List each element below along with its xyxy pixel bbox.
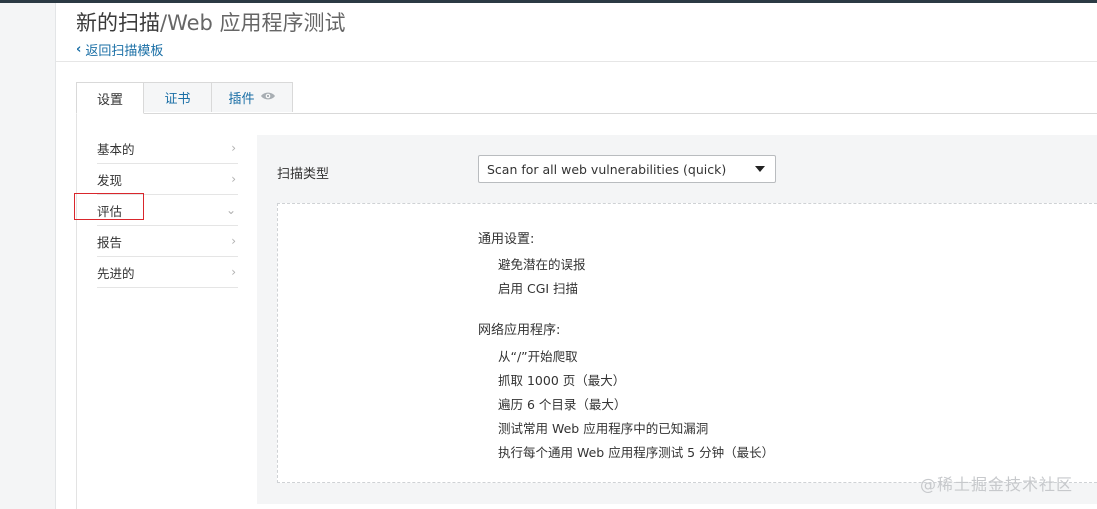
caret-down-icon bbox=[755, 166, 765, 172]
content-border bbox=[76, 113, 77, 509]
chevron-right-icon: › bbox=[231, 234, 236, 248]
page-header: 新的扫描/Web 应用程序测试 ‹ 返回扫描模板 bbox=[76, 8, 346, 59]
web-app-title: 网络应用程序: bbox=[478, 323, 561, 338]
scan-type-label: 扫描类型 bbox=[277, 167, 330, 182]
tab-divider bbox=[76, 113, 1097, 114]
tab-settings[interactable]: 设置 bbox=[76, 82, 144, 114]
sidebar-item-label: 报告 bbox=[97, 234, 123, 250]
tab-bar: 设置 证书 插件 bbox=[76, 82, 293, 114]
left-navigation-strip bbox=[0, 3, 56, 509]
sidebar-item-discovery[interactable]: 发现 › bbox=[97, 164, 238, 195]
chevron-right-icon: › bbox=[231, 265, 236, 279]
chevron-left-icon: ‹ bbox=[76, 42, 82, 57]
chevron-right-icon: › bbox=[231, 141, 236, 155]
tab-credentials-label: 证书 bbox=[164, 92, 191, 107]
list-item: 测试常用 Web 应用程序中的已知漏洞 bbox=[498, 421, 709, 436]
sidebar-item-report[interactable]: 报告 › bbox=[97, 226, 238, 257]
settings-panel: 扫描类型 Scan for all web vulnerabilities (q… bbox=[257, 135, 1097, 504]
chevron-down-icon: ⌄ bbox=[225, 203, 236, 217]
list-item: 避免潜在的误报 bbox=[498, 257, 586, 272]
list-item: 从“/”开始爬取 bbox=[498, 349, 578, 364]
watermark: @稀土掘金技术社区 bbox=[920, 475, 1074, 494]
list-item: 启用 CGI 扫描 bbox=[498, 281, 579, 296]
tab-settings-label: 设置 bbox=[96, 92, 123, 108]
scan-type-value: Scan for all web vulnerabilities (quick) bbox=[487, 161, 727, 177]
page-title-main: 新的扫描 bbox=[76, 11, 160, 35]
sidebar-item-label: 发现 bbox=[97, 172, 123, 188]
tab-plugins[interactable]: 插件 bbox=[211, 82, 293, 112]
scan-type-select[interactable]: Scan for all web vulnerabilities (quick) bbox=[478, 155, 776, 183]
sidebar-item-label: 基本的 bbox=[97, 141, 135, 157]
eye-icon bbox=[260, 90, 276, 105]
top-bar bbox=[0, 0, 1097, 3]
sidebar-item-basic[interactable]: 基本的 › bbox=[97, 133, 238, 164]
sidebar-item-advanced[interactable]: 先进的 › bbox=[97, 257, 238, 288]
page-title: 新的扫描/Web 应用程序测试 bbox=[76, 8, 346, 38]
general-settings-title: 通用设置: bbox=[478, 232, 535, 247]
list-item: 遍历 6 个目录（最大） bbox=[498, 397, 627, 412]
scan-summary-box: 通用设置: 避免潜在的误报 启用 CGI 扫描 网络应用程序: 从“/”开始爬取… bbox=[277, 203, 1097, 483]
tab-credentials[interactable]: 证书 bbox=[143, 82, 212, 112]
back-to-templates-link[interactable]: ‹ 返回扫描模板 bbox=[76, 40, 346, 59]
header-divider bbox=[56, 61, 1097, 62]
list-item: 抓取 1000 页（最大） bbox=[498, 373, 626, 388]
tab-plugins-label: 插件 bbox=[228, 92, 255, 107]
sidebar-item-label: 先进的 bbox=[97, 265, 135, 281]
back-link-label: 返回扫描模板 bbox=[85, 44, 164, 59]
chevron-right-icon: › bbox=[231, 172, 236, 186]
list-item: 执行每个通用 Web 应用程序测试 5 分钟（最长） bbox=[498, 445, 775, 460]
highlight-annotation-box bbox=[74, 193, 144, 220]
page-title-sub: /Web 应用程序测试 bbox=[160, 11, 346, 35]
